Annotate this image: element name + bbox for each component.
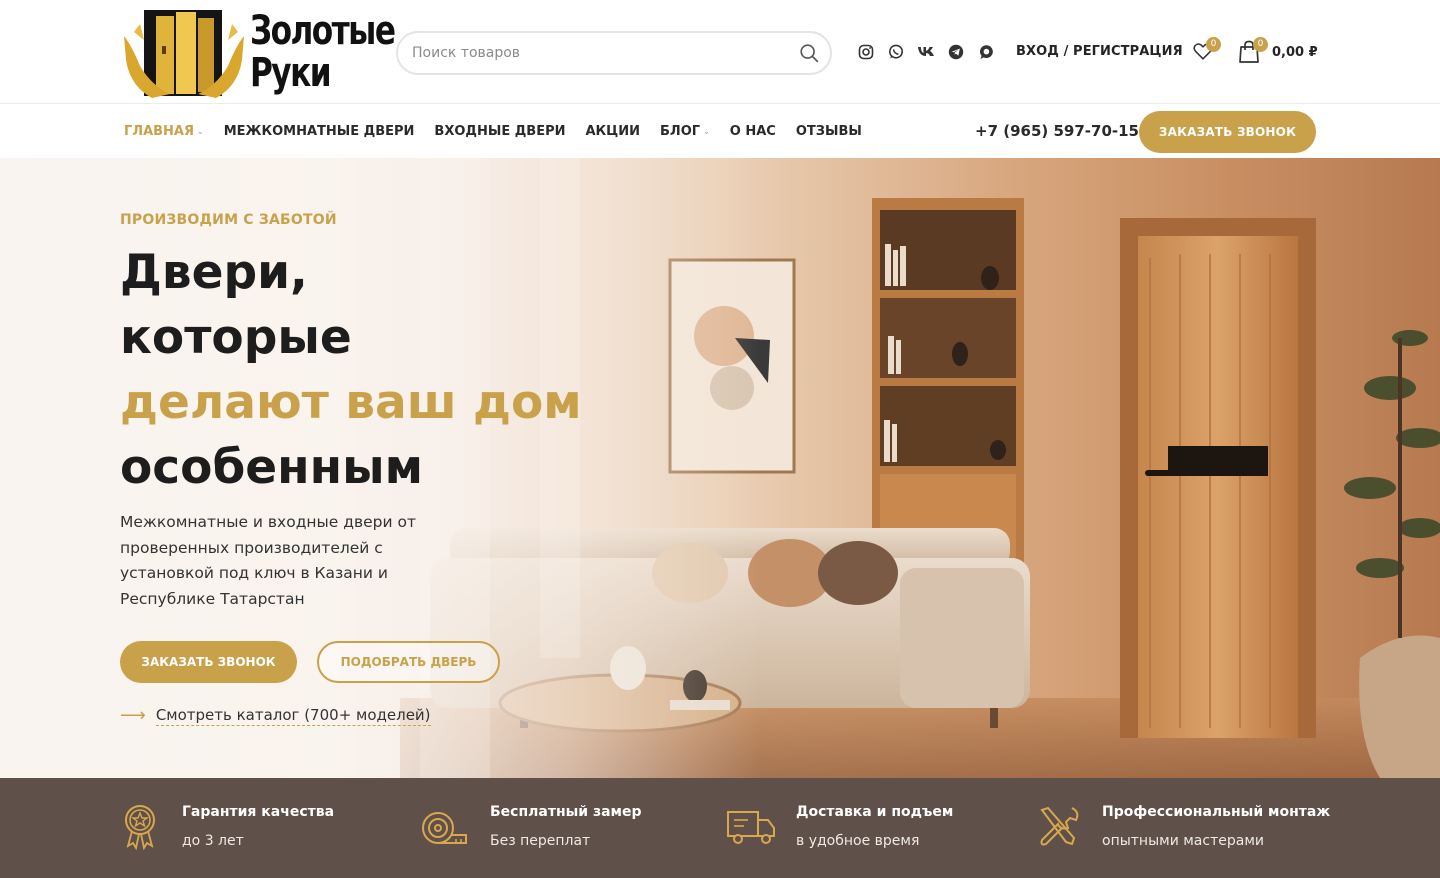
tools-icon (1040, 806, 1079, 846)
tape-measure-icon (422, 812, 467, 844)
hero-eyebrow: ПРОИЗВОДИМ С ЗАБОТОЙ (120, 212, 337, 228)
logo-line-2: Руки (250, 50, 332, 96)
delivery-truck-icon (727, 811, 775, 844)
nav-item-blog[interactable]: БЛОГ ⌄ (660, 124, 710, 139)
catalog-link-label: Смотреть каталог (700+ моделей) (155, 705, 431, 726)
cart-total[interactable]: 0,00 ₽ (1272, 45, 1318, 60)
nav-item-label: О НАС (729, 124, 776, 139)
feature-subtitle: Без переплат (490, 833, 591, 849)
site-logo[interactable]: Золотые Руки (122, 6, 396, 100)
nav-item-home[interactable]: ГЛАВНАЯ ⌄ (124, 124, 204, 139)
feature-delivery: Доставка и подъем в удобное время (726, 802, 953, 850)
social-links (856, 42, 996, 62)
hero-title-line: которые (120, 310, 352, 365)
logo-hands-door-icon (124, 10, 244, 98)
nav-item-interior-doors[interactable]: МЕЖКОМНАТНЫЕ ДВЕРИ (224, 124, 415, 139)
feature-title: Гарантия качества (182, 804, 335, 820)
chevron-down-icon: ⌄ (197, 127, 204, 136)
nav-item-label: ОТЗЫВЫ (795, 124, 862, 139)
phone-number-link[interactable]: +7 (965) 597-70-15 (975, 122, 1139, 140)
nav-item-entrance-doors[interactable]: ВХОДНЫЕ ДВЕРИ (434, 124, 565, 139)
hero-title-line: Двери, (120, 245, 308, 300)
search-input[interactable] (412, 43, 782, 63)
catalog-link[interactable]: ⟶ Смотреть каталог (700+ моделей) (120, 705, 431, 726)
logo-wordmark: Золотые Руки (250, 8, 396, 96)
hero-title-line: особенным (120, 440, 423, 495)
hero-request-call-button[interactable]: ЗАКАЗАТЬ ЗВОНОК (120, 641, 297, 683)
chevron-down-icon: ⌄ (703, 127, 710, 136)
feature-quality: Гарантия качества до 3 лет (120, 802, 334, 850)
whatsapp-icon[interactable] (886, 42, 906, 62)
search-icon[interactable] (798, 42, 820, 64)
nav-item-label: АКЦИИ (585, 124, 641, 139)
hero-title-highlight: делают ваш дом (120, 375, 582, 430)
max-messenger-icon[interactable] (976, 42, 996, 62)
nav-item-about[interactable]: О НАС (730, 124, 776, 139)
features-bar: Гарантия качества до 3 лет Бесплатный за… (0, 778, 1440, 878)
instagram-icon[interactable] (856, 42, 876, 62)
nav-item-label: ВХОДНЫЕ ДВЕРИ (434, 124, 566, 139)
arrow-right-icon: ⟶ (120, 705, 146, 726)
feature-subtitle: опытными мастерами (1102, 833, 1264, 849)
feature-title: Бесплатный замер (490, 804, 642, 820)
login-register-link[interactable]: ВХОД / РЕГИСТРАЦИЯ (1016, 44, 1183, 59)
main-navigation: ГЛАВНАЯ ⌄ МЕЖКОМНАТНЫЕ ДВЕРИ ВХОДНЫЕ ДВЕР… (0, 105, 1440, 158)
cart-button[interactable]: 0 (1238, 37, 1268, 64)
hero-section: ПРОИЗВОДИМ С ЗАБОТОЙ Двери, которые дела… (0, 158, 1440, 778)
award-badge-icon (125, 805, 155, 850)
pick-door-button[interactable]: ПОДОБРАТЬ ДВЕРЬ (317, 641, 500, 683)
site-header: Золотые Руки ВХОД / РЕГИСТРАЦИЯ 0 (0, 0, 1440, 104)
nav-item-label: ГЛАВНАЯ (124, 124, 195, 139)
logo-line-1: Золотые (250, 8, 396, 54)
nav-menu: ГЛАВНАЯ ⌄ МЕЖКОМНАТНЫЕ ДВЕРИ ВХОДНЫЕ ДВЕР… (124, 124, 882, 139)
nav-item-promotions[interactable]: АКЦИИ (586, 124, 641, 139)
feature-installation: Профессиональный монтаж опытными мастера… (1036, 802, 1330, 850)
feature-title: Доставка и подъем (796, 804, 954, 820)
request-call-button[interactable]: ЗАКАЗАТЬ ЗВОНОК (1139, 111, 1316, 153)
hero-description: Межкомнатные и входные двери от проверен… (120, 513, 416, 608)
nav-item-reviews[interactable]: ОТЗЫВЫ (796, 124, 862, 139)
telegram-icon[interactable] (946, 42, 966, 62)
search-box (396, 31, 832, 75)
nav-item-label: МЕЖКОМНАТНЫЕ ДВЕРИ (223, 124, 415, 139)
hero-title: Двери, которые делают ваш дом особенным (120, 240, 582, 500)
feature-subtitle: до 3 лет (182, 833, 244, 849)
feature-title: Профессиональный монтаж (1102, 804, 1331, 820)
nav-item-label: БЛОГ (660, 124, 701, 139)
wishlist-button[interactable]: 0 (1192, 37, 1221, 64)
feature-subtitle: в удобное время (796, 833, 920, 849)
wishlist-count-badge: 0 (1206, 37, 1221, 52)
vk-icon[interactable] (916, 42, 936, 62)
feature-measurement: Бесплатный замер Без переплат (420, 802, 642, 850)
cart-count-badge: 0 (1253, 37, 1268, 52)
